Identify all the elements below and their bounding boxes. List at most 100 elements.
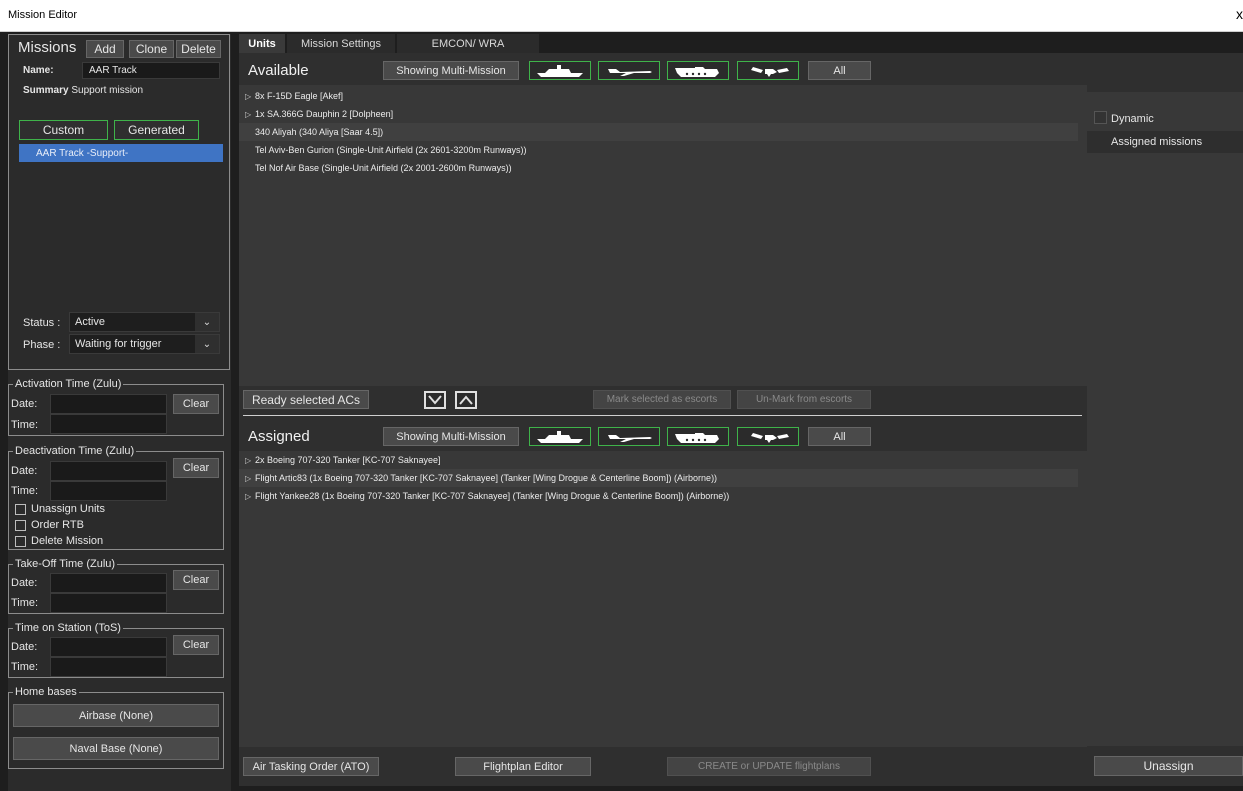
mark-escorts-button[interactable]: Mark selected as escorts (593, 390, 731, 409)
tos-date-label: Date: (11, 641, 38, 653)
aircraft-icon (608, 434, 652, 442)
list-item[interactable]: ▷ Flight Yankee28 (1x Boeing 707-320 Tank… (239, 487, 1078, 505)
add-mission-button[interactable]: Add (86, 40, 124, 58)
unmark-escorts-button[interactable]: Un-Mark from escorts (737, 390, 871, 409)
left-panel: Missions Add Clone Delete Name: AAR Trac… (8, 34, 231, 791)
tab-mission-settings[interactable]: Mission Settings (287, 34, 395, 53)
activation-clear-button[interactable]: Clear (173, 394, 219, 414)
move-down-button[interactable] (424, 391, 446, 409)
tank-icon (675, 432, 719, 443)
window-titlebar: Mission Editor x (0, 0, 1243, 32)
takeoff-clear-button[interactable]: Clear (173, 570, 219, 590)
close-icon[interactable]: x (1236, 6, 1243, 22)
expand-icon[interactable]: ▷ (239, 110, 251, 119)
satellite-filter-button[interactable] (737, 61, 799, 80)
satellite-icon (751, 66, 789, 77)
mission-list-item[interactable]: AAR Track -Support- (19, 144, 223, 162)
list-item[interactable]: ▷ 1x SA.366G Dauphin 2 [Dolpheen] (239, 105, 1078, 123)
available-all-button[interactable]: All (808, 61, 871, 80)
tab-emcon-wra[interactable]: EMCON/ WRA (397, 34, 539, 53)
ship-filter-button[interactable] (529, 61, 591, 80)
assigned-filter-button[interactable]: Showing Multi-Mission (383, 427, 519, 446)
ato-button[interactable]: Air Tasking Order (ATO) (243, 757, 379, 776)
tos-clear-button[interactable]: Clear (173, 635, 219, 655)
satellite-icon (751, 432, 789, 443)
expand-icon[interactable]: ▷ (239, 492, 251, 501)
create-update-flightplans-button[interactable]: CREATE or UPDATE flightplans (667, 757, 871, 776)
list-item[interactable]: ▷ Flight Artic83 (1x Boeing 707-320 Tanke… (239, 469, 1078, 487)
deactivation-time-input[interactable] (50, 481, 167, 501)
list-item[interactable]: Tel Nof Air Base (Single-Unit Airfield (… (239, 159, 1078, 177)
summary-value: Support mission (71, 85, 144, 96)
expand-icon[interactable]: ▷ (239, 474, 251, 483)
airbase-button[interactable]: Airbase (None) (13, 704, 219, 727)
dynamic-checkbox[interactable] (1094, 111, 1107, 124)
activation-time-input[interactable] (50, 414, 167, 434)
tos-legend: Time on Station (ToS) (13, 622, 123, 634)
flightplan-editor-button[interactable]: Flightplan Editor (455, 757, 591, 776)
list-item[interactable]: ▷ 8x F-15D Eagle [Akef] (239, 87, 1078, 105)
clone-mission-button[interactable]: Clone (129, 40, 174, 58)
summary-label: Summary (23, 85, 69, 96)
chevron-up-icon (459, 395, 473, 405)
activation-legend: Activation Time (Zulu) (13, 378, 124, 390)
custom-button[interactable]: Custom (19, 120, 108, 140)
satellite-filter-button[interactable] (737, 427, 799, 446)
tank-filter-button[interactable] (667, 427, 729, 446)
phase-value: Waiting for trigger (75, 338, 162, 350)
assigned-all-button[interactable]: All (808, 427, 871, 446)
aircraft-icon (608, 68, 652, 76)
assigned-missions-panel: Dynamic Assigned missions (1087, 92, 1243, 746)
unassign-units-checkbox[interactable] (15, 504, 26, 515)
dynamic-label: Dynamic (1111, 113, 1154, 125)
status-dropdown[interactable]: Active ⌄ (69, 312, 220, 332)
unassign-units-label: Unassign Units (31, 503, 105, 515)
list-item[interactable]: 340 Aliyah (340 Aliya [Saar 4.5]) (239, 123, 1078, 141)
tos-date-input[interactable] (50, 637, 167, 657)
order-rtb-checkbox[interactable] (15, 520, 26, 531)
missions-box: Missions Add Clone Delete Name: AAR Trac… (8, 34, 230, 370)
aircraft-filter-button[interactable] (598, 427, 660, 446)
unassign-button[interactable]: Unassign (1094, 756, 1243, 776)
tos-time-input[interactable] (50, 657, 167, 677)
missions-heading: Missions (18, 39, 77, 56)
phase-dropdown[interactable]: Waiting for trigger ⌄ (69, 334, 220, 354)
list-item[interactable]: Tel Aviv-Ben Gurion (Single-Unit Airfiel… (239, 141, 1078, 159)
list-item[interactable]: ▷ 2x Boeing 707-320 Tanker [KC-707 Saknay… (239, 451, 1078, 469)
deactivation-date-input[interactable] (50, 461, 167, 481)
available-filter-button[interactable]: Showing Multi-Mission (383, 61, 519, 80)
takeoff-legend: Take-Off Time (Zulu) (13, 558, 118, 570)
delete-mission-checkbox[interactable] (15, 536, 26, 547)
mission-name-input[interactable]: AAR Track (82, 62, 220, 79)
ready-selected-button[interactable]: Ready selected ACs (243, 390, 369, 409)
move-up-button[interactable] (455, 391, 477, 409)
delete-mission-button[interactable]: Delete (176, 40, 221, 58)
expand-icon[interactable]: ▷ (239, 92, 251, 101)
expand-icon[interactable]: ▷ (239, 456, 251, 465)
takeoff-time-label: Time: (11, 597, 39, 609)
naval-base-button[interactable]: Naval Base (None) (13, 737, 219, 760)
tank-icon (675, 66, 719, 77)
tank-filter-button[interactable] (667, 61, 729, 80)
chevron-down-icon (428, 395, 442, 405)
ship-filter-button[interactable] (529, 427, 591, 446)
chevron-down-icon: ⌄ (195, 313, 219, 331)
ship-icon (537, 430, 583, 443)
generated-button[interactable]: Generated (114, 120, 199, 140)
deactivation-date-label: Date: (11, 465, 38, 477)
deactivation-time-box: Deactivation Time (Zulu) Date: Clear Tim… (8, 445, 224, 550)
chevron-down-icon: ⌄ (195, 335, 219, 353)
aircraft-filter-button[interactable] (598, 61, 660, 80)
deactivation-clear-button[interactable]: Clear (173, 458, 219, 478)
takeoff-date-input[interactable] (50, 573, 167, 593)
tos-box: Time on Station (ToS) Date: Clear Time: (8, 622, 224, 678)
tab-units[interactable]: Units (239, 34, 285, 53)
phase-label: Phase : (23, 339, 61, 351)
takeoff-time-input[interactable] (50, 593, 167, 613)
ship-icon (537, 64, 583, 77)
divider (243, 415, 1082, 416)
activation-date-input[interactable] (50, 394, 167, 414)
available-list: ▷ 8x F-15D Eagle [Akef] ▷ 1x SA.366G Dauph… (239, 85, 1087, 386)
takeoff-time-box: Take-Off Time (Zulu) Date: Clear Time: (8, 558, 224, 614)
status-value: Active (75, 316, 105, 328)
